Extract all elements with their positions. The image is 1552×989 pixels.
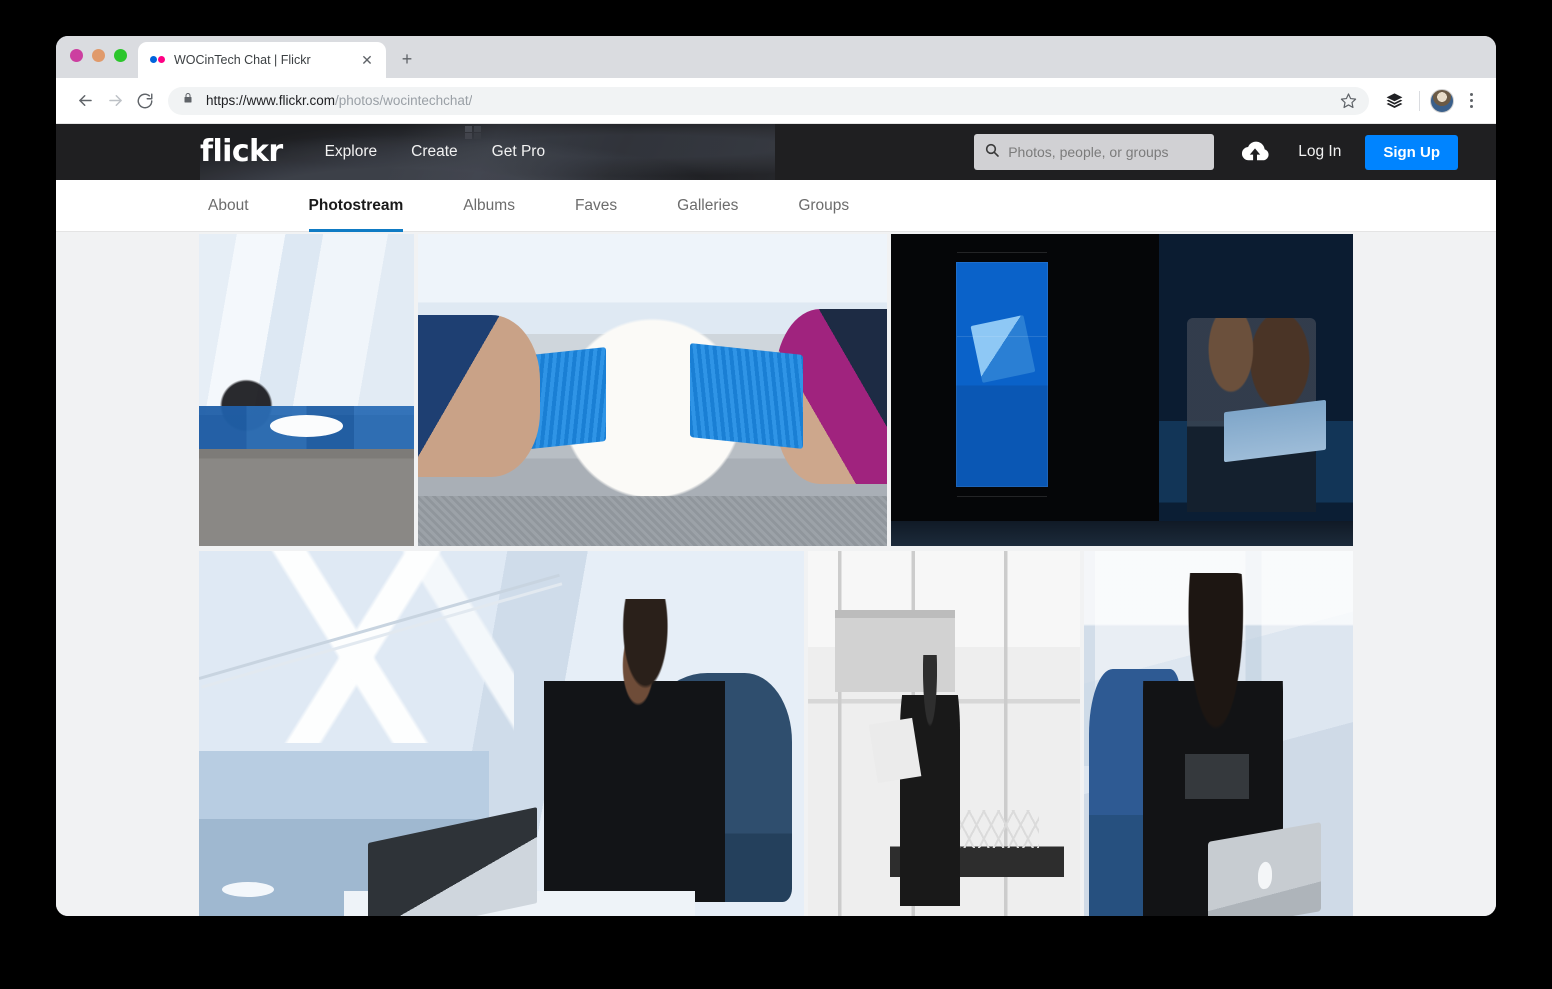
- photo-tile[interactable]: [199, 551, 804, 916]
- photo-tile[interactable]: [417, 234, 888, 546]
- toolbar-divider: [1419, 90, 1420, 111]
- search-icon: [984, 142, 1000, 163]
- new-tab-icon[interactable]: +: [396, 48, 418, 70]
- layers-extension-icon[interactable]: [1379, 86, 1409, 116]
- nav-link-explore[interactable]: Explore: [325, 143, 378, 161]
- photo-row: [199, 234, 1353, 546]
- site-header: flickr Explore Create Get Pro Photos, pe…: [56, 124, 1496, 180]
- tab-title: WOCinTech Chat | Flickr: [174, 53, 311, 67]
- forward-arrow-icon[interactable]: [100, 86, 130, 116]
- profile-nav: About Photostream Albums Faves Galleries…: [56, 180, 1496, 232]
- tab-albums[interactable]: Albums: [463, 180, 515, 231]
- global-nav: Explore Create Get Pro: [325, 143, 546, 161]
- photo-row: [199, 551, 1353, 916]
- nav-link-get-pro[interactable]: Get Pro: [492, 143, 545, 161]
- close-tab-icon[interactable]: ✕: [358, 51, 376, 69]
- search-box[interactable]: [974, 134, 1215, 170]
- tab-about[interactable]: About: [208, 180, 249, 231]
- tab-faves[interactable]: Faves: [575, 180, 617, 231]
- browser-toolbar: https://www.flickr.com/photos/wocintechc…: [56, 78, 1496, 124]
- tab-strip: WOCinTech Chat | Flickr ✕ +: [56, 36, 1496, 78]
- lock-icon: [182, 91, 194, 110]
- header-actions: Log In Sign Up: [974, 134, 1458, 170]
- reload-icon[interactable]: [130, 86, 160, 116]
- three-dot-menu-icon[interactable]: [1458, 86, 1484, 116]
- search-input[interactable]: [1008, 144, 1205, 160]
- browser-tab[interactable]: WOCinTech Chat | Flickr ✕: [138, 42, 386, 78]
- nav-link-create[interactable]: Create: [411, 143, 458, 161]
- maximize-window-button[interactable]: [114, 49, 127, 62]
- flickr-page: flickr Explore Create Get Pro Photos, pe…: [56, 124, 1496, 916]
- url-text: https://www.flickr.com/photos/wocintechc…: [206, 93, 472, 108]
- flickr-logo[interactable]: flickr: [200, 137, 283, 167]
- photo-tile[interactable]: [199, 234, 414, 546]
- toolbar-actions: [1379, 86, 1484, 116]
- bookmark-star-icon[interactable]: [1340, 92, 1357, 114]
- tab-galleries[interactable]: Galleries: [677, 180, 738, 231]
- minimize-window-button[interactable]: [92, 49, 105, 62]
- url-path: /photos/wocintechchat/: [335, 93, 473, 108]
- back-arrow-icon[interactable]: [70, 86, 100, 116]
- url-domain: https://www.flickr.com: [206, 93, 336, 108]
- browser-window: WOCinTech Chat | Flickr ✕ + https://www.…: [56, 36, 1496, 916]
- tab-photostream[interactable]: Photostream: [308, 180, 403, 232]
- signup-button[interactable]: Sign Up: [1365, 134, 1458, 170]
- cloud-upload-icon[interactable]: [1238, 139, 1272, 165]
- photo-tile[interactable]: [808, 551, 1080, 916]
- tab-groups[interactable]: Groups: [798, 180, 849, 231]
- flickr-favicon-icon: [150, 55, 168, 65]
- photo-tile[interactable]: [891, 234, 1353, 546]
- close-window-button[interactable]: [70, 49, 83, 62]
- photostream-grid: [199, 234, 1353, 916]
- window-controls: [70, 49, 127, 62]
- photo-tile[interactable]: [1084, 551, 1353, 916]
- user-avatar[interactable]: [1430, 88, 1454, 113]
- address-bar[interactable]: https://www.flickr.com/photos/wocintechc…: [168, 86, 1369, 115]
- login-link[interactable]: Log In: [1298, 143, 1341, 161]
